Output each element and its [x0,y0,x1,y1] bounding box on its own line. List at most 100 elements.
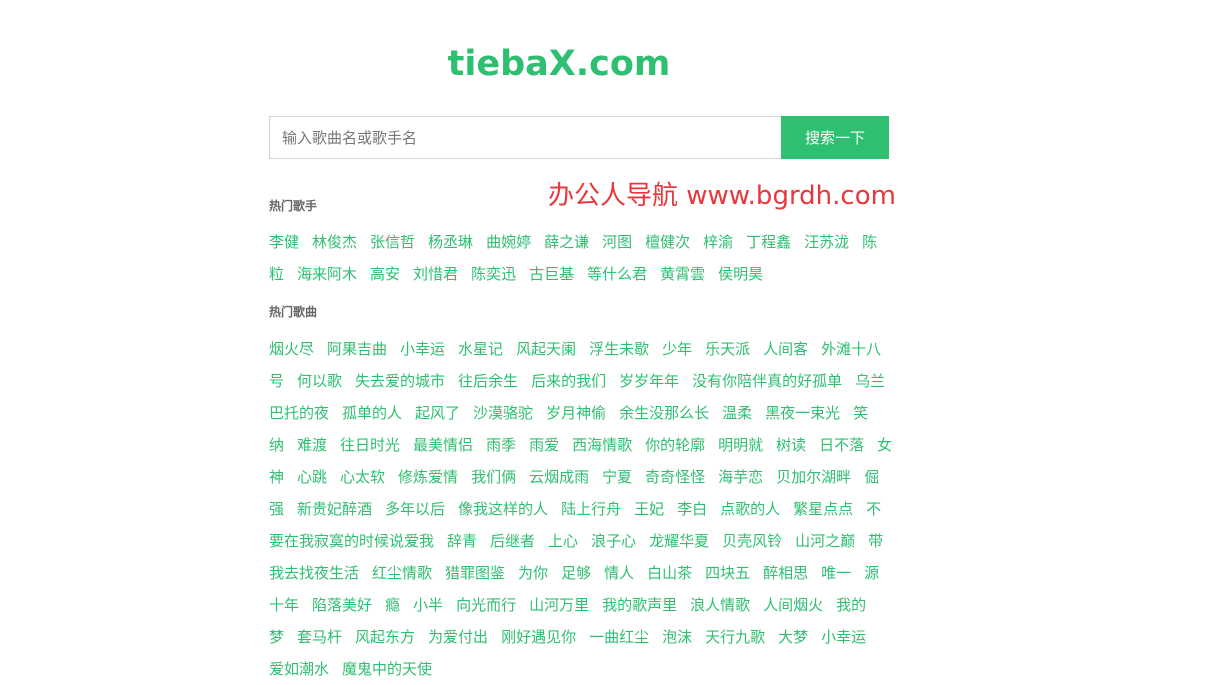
song-link[interactable]: 点歌的人 [720,500,780,518]
song-link[interactable]: 泡沫 [662,628,692,646]
song-link[interactable]: 海芋恋 [718,468,763,486]
song-link[interactable]: 向光而行 [456,596,516,614]
singer-link[interactable]: 汪苏泷 [804,233,849,251]
song-link[interactable]: 醉相思 [763,564,808,582]
singer-link[interactable]: 海来阿木 [297,265,357,283]
song-link[interactable]: 套马杆 [297,628,342,646]
singer-link[interactable]: 古巨基 [529,265,574,283]
song-link[interactable]: 贝壳风铃 [722,532,782,550]
song-link[interactable]: 多年以后 [385,500,445,518]
search-input[interactable] [269,116,781,159]
song-link[interactable]: 山河万里 [529,596,589,614]
song-link[interactable]: 人间烟火 [763,596,823,614]
song-link[interactable]: 贝加尔湖畔 [776,468,851,486]
singer-link[interactable]: 李健 [269,233,299,251]
song-link[interactable]: 小幸运 [400,340,445,358]
song-link[interactable]: 西海情歌 [572,436,632,454]
song-link[interactable]: 风起东方 [355,628,415,646]
song-link[interactable]: 猎罪图鉴 [445,564,505,582]
song-link[interactable]: 我们俩 [471,468,516,486]
song-link[interactable]: 小幸运 [821,628,866,646]
singer-link[interactable]: 等什么君 [587,265,647,283]
song-link[interactable]: 王妃 [634,500,664,518]
song-link[interactable]: 源 [864,564,879,582]
singer-link[interactable]: 梓渝 [703,233,733,251]
song-link[interactable]: 浪人情歌 [690,596,750,614]
song-link[interactable]: 人间客 [763,340,808,358]
song-link[interactable]: 上心 [548,532,578,550]
song-link[interactable]: 心跳 [297,468,327,486]
song-link[interactable]: 后继者 [490,532,535,550]
song-link[interactable]: 日不落 [819,436,864,454]
song-link[interactable]: 阿果吉曲 [327,340,387,358]
search-button[interactable]: 搜索一下 [781,116,889,159]
song-link[interactable]: 后来的我们 [531,372,606,390]
song-link[interactable]: 山河之巅 [795,532,855,550]
song-link[interactable]: 情人 [604,564,634,582]
song-link[interactable]: 奇奇怪怪 [645,468,705,486]
song-link[interactable]: 红尘情歌 [372,564,432,582]
singer-link[interactable]: 丁程鑫 [746,233,791,251]
song-link[interactable]: 魔鬼中的天使 [342,660,432,678]
song-link[interactable]: 刚好遇见你 [501,628,576,646]
song-link[interactable]: 烟火尽 [269,340,314,358]
song-link[interactable]: 小半 [413,596,443,614]
song-link[interactable]: 繁星点点 [793,500,853,518]
song-link[interactable]: 失去爱的城市 [355,372,445,390]
song-link[interactable]: 树读 [776,436,806,454]
song-link[interactable]: 最美情侣 [413,436,473,454]
song-link[interactable]: 足够 [561,564,591,582]
singer-link[interactable]: 陈奕迅 [471,265,516,283]
song-link[interactable]: 雨季 [486,436,516,454]
song-link[interactable]: 一曲红尘 [589,628,649,646]
singer-link[interactable]: 黄霄雲 [660,265,705,283]
singer-link[interactable]: 高安 [370,265,400,283]
song-link[interactable]: 风起天阑 [516,340,576,358]
song-link[interactable]: 水星记 [458,340,503,358]
song-link[interactable]: 陆上行舟 [561,500,621,518]
song-link[interactable]: 你的轮廓 [645,436,705,454]
song-link[interactable]: 大梦 [778,628,808,646]
song-link[interactable]: 黑夜一束光 [765,404,840,422]
song-link[interactable]: 岁岁年年 [619,372,679,390]
song-link[interactable]: 李白 [677,500,707,518]
song-link[interactable]: 往日时光 [340,436,400,454]
song-link[interactable]: 瘾 [385,596,400,614]
song-link[interactable]: 为你 [518,564,548,582]
song-link[interactable]: 白山茶 [647,564,692,582]
song-link[interactable]: 温柔 [722,404,752,422]
song-link[interactable]: 像我这样的人 [458,500,548,518]
song-link[interactable]: 修炼爱情 [398,468,458,486]
song-link[interactable]: 龙耀华夏 [649,532,709,550]
singer-link[interactable]: 曲婉婷 [486,233,531,251]
song-link[interactable]: 余生没那么长 [619,404,709,422]
singer-link[interactable]: 刘惜君 [413,265,458,283]
site-logo[interactable]: tiebaX.com [269,40,889,88]
song-link[interactable]: 少年 [662,340,692,358]
song-link[interactable]: 浮生未歇 [589,340,649,358]
song-link[interactable]: 云烟成雨 [529,468,589,486]
song-link[interactable]: 雨爱 [529,436,559,454]
song-link[interactable]: 没有你陪伴真的好孤单 [692,372,842,390]
song-link[interactable]: 陷落美好 [312,596,372,614]
song-link[interactable]: 天行九歌 [705,628,765,646]
song-link[interactable]: 明明就 [718,436,763,454]
singer-link[interactable]: 侯明昊 [718,265,763,283]
song-link[interactable]: 心太软 [340,468,385,486]
song-link[interactable]: 新贵妃醉酒 [297,500,372,518]
singer-link[interactable]: 张信哲 [370,233,415,251]
song-link[interactable]: 唯一 [821,564,851,582]
song-link[interactable]: 辞青 [447,532,477,550]
song-link[interactable]: 我的歌声里 [602,596,677,614]
song-link[interactable]: 起风了 [415,404,460,422]
song-link[interactable]: 孤单的人 [342,404,402,422]
singer-link[interactable]: 河图 [602,233,632,251]
song-link[interactable]: 宁夏 [602,468,632,486]
singer-link[interactable]: 檀健次 [645,233,690,251]
song-link[interactable]: 沙漠骆驼 [473,404,533,422]
singer-link[interactable]: 薛之谦 [544,233,589,251]
song-link[interactable]: 往后余生 [458,372,518,390]
song-link[interactable]: 四块五 [705,564,750,582]
singer-link[interactable]: 林俊杰 [312,233,357,251]
singer-link[interactable]: 杨丞琳 [428,233,473,251]
